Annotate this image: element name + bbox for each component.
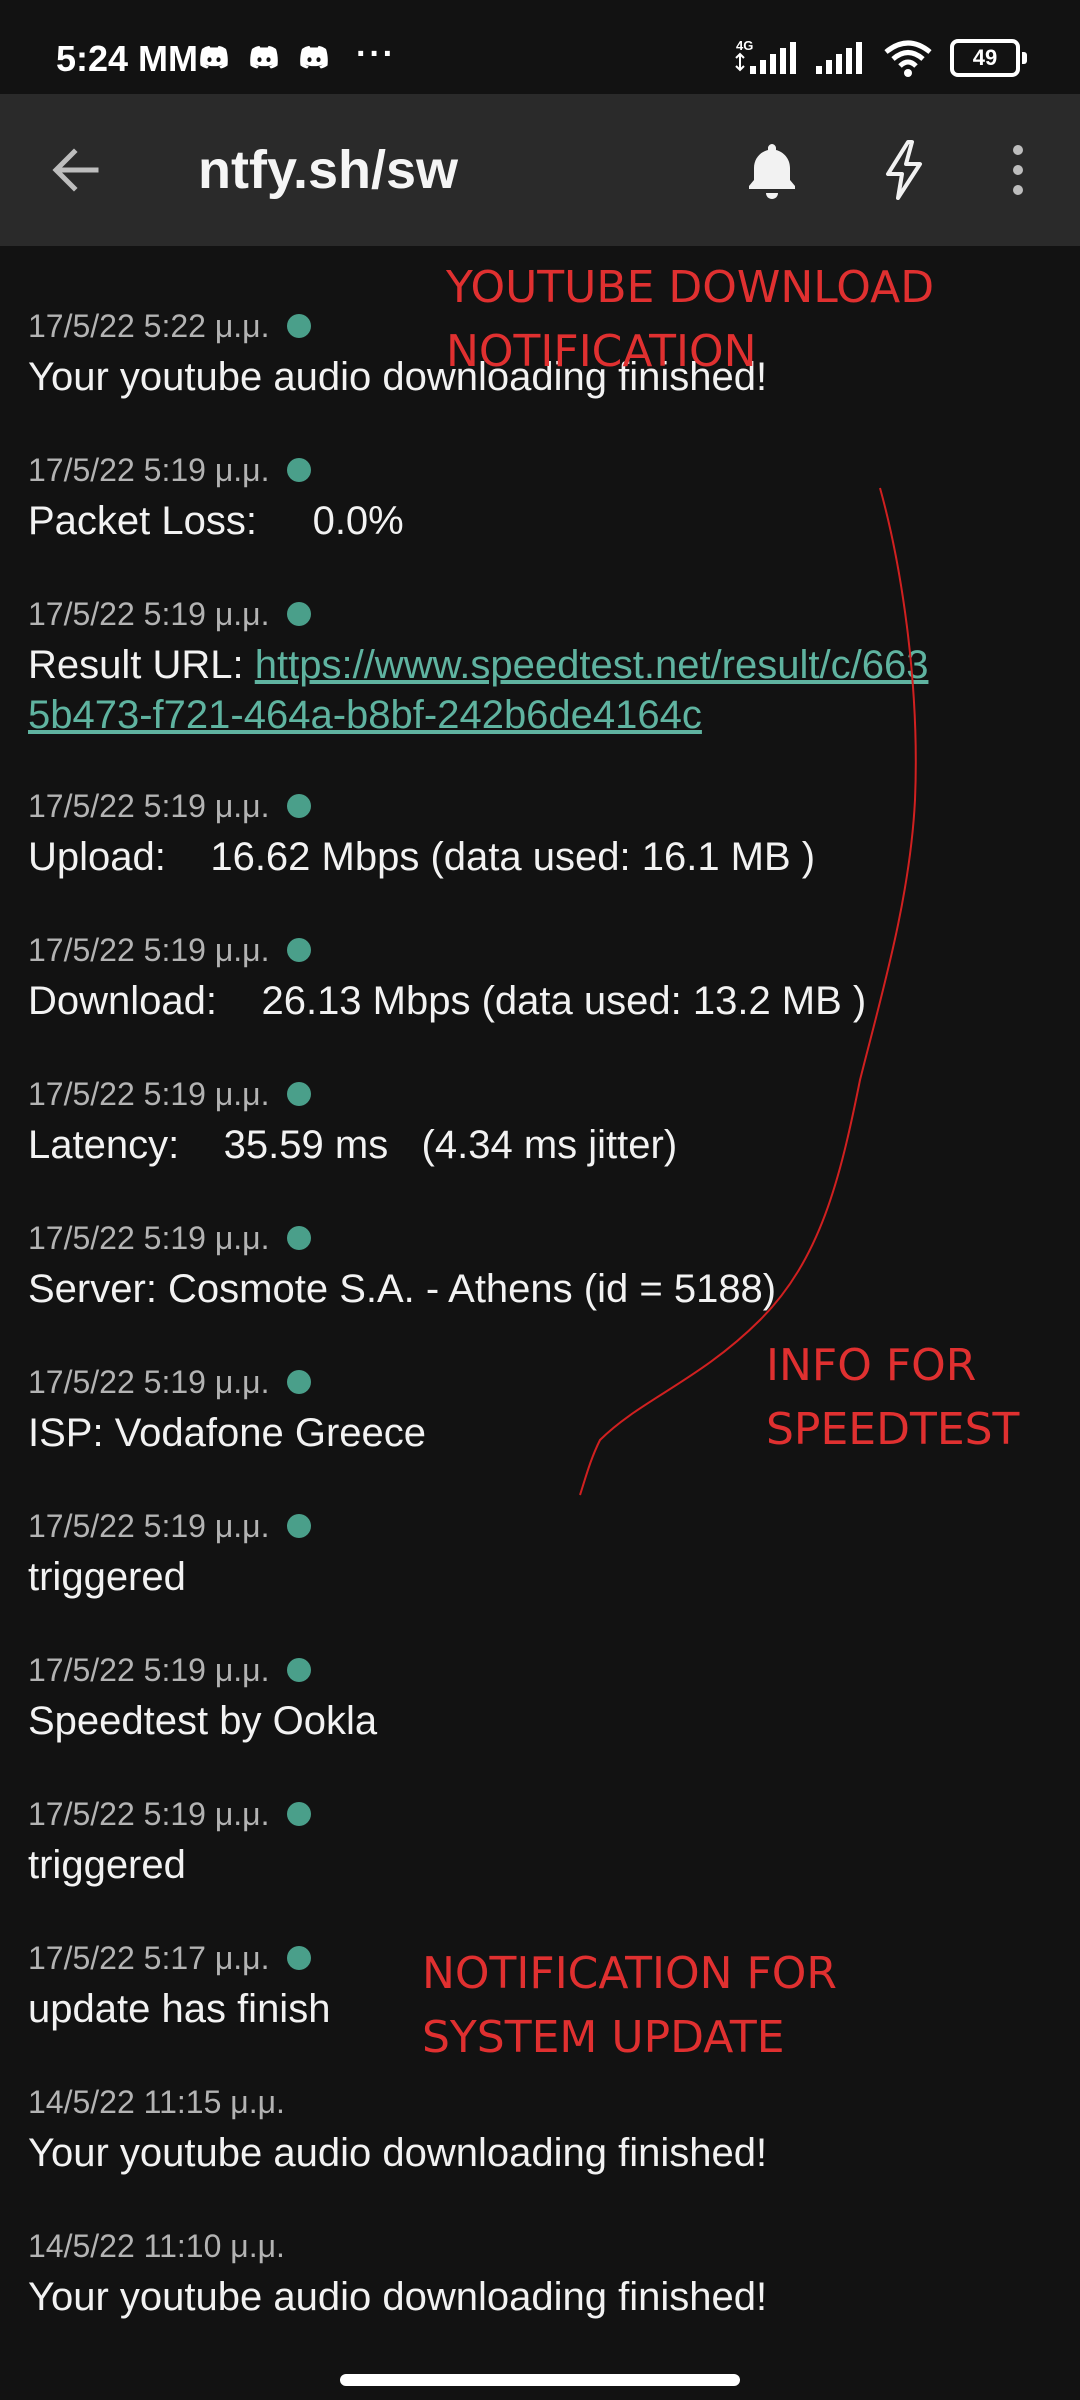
notification-settings-button[interactable] xyxy=(736,134,808,206)
signal-icon xyxy=(816,42,862,74)
notification-item[interactable]: 17/5/22 5:19 μ.μ. triggered xyxy=(28,1506,1048,1602)
more-vert-icon xyxy=(1013,145,1023,195)
send-test-button[interactable] xyxy=(868,134,940,206)
battery-icon: 49 xyxy=(950,39,1027,77)
notification-timestamp: 17/5/22 5:19 μ.μ. xyxy=(28,450,1048,490)
notification-message: Upload: 16.62 Mbps (data used: 16.1 MB ) xyxy=(28,835,816,879)
notification-item[interactable]: 14/5/22 11:15 μ.μ. Your youtube audio do… xyxy=(28,2082,1048,2178)
discord-icon xyxy=(250,46,278,69)
annotation-speedtest-info: INFO FOR SPEEDTEST xyxy=(766,1340,1020,1455)
more-notifications-icon: ··· xyxy=(356,35,396,73)
unread-dot xyxy=(287,602,312,626)
notification-item[interactable]: 17/5/22 5:19 μ.μ. Upload: 16.62 Mbps (da… xyxy=(28,786,1048,882)
result-url-label: Result URL: xyxy=(28,643,255,687)
notification-timestamp: 17/5/22 5:19 μ.μ. xyxy=(28,1650,1048,1690)
notification-item[interactable]: 17/5/22 5:19 μ.μ. Server: Cosmote S.A. -… xyxy=(28,1218,1048,1314)
notification-timestamp: 17/5/22 5:19 μ.μ. xyxy=(28,1074,1048,1114)
notification-message: triggered xyxy=(28,1555,186,1599)
annotation-youtube-download: YOUTUBE DOWNLOAD NOTIFICATION xyxy=(446,262,935,377)
notification-timestamp: 14/5/22 11:15 μ.μ. xyxy=(28,2084,285,2120)
notification-item[interactable]: 17/5/22 5:19 μ.μ. Result URL: https://ww… xyxy=(28,594,1048,740)
notification-message: Your youtube audio downloading finished! xyxy=(28,2131,768,2175)
notification-message: Speedtest by Ookla xyxy=(28,1699,378,1743)
notification-message: Latency: 35.59 ms (4.34 ms jitter) xyxy=(28,1123,678,1167)
lightning-icon xyxy=(886,140,922,200)
bell-icon xyxy=(749,144,795,199)
unread-dot xyxy=(287,458,312,482)
notification-message: Server: Cosmote S.A. - Athens (id = 5188… xyxy=(28,1267,777,1311)
notification-message: Packet Loss: 0.0% xyxy=(28,499,404,543)
notification-message: Download: 26.13 Mbps (data used: 13.2 MB… xyxy=(28,979,867,1023)
unread-dot xyxy=(287,1082,312,1106)
notification-item[interactable]: 17/5/22 5:19 μ.μ. Speedtest by Ookla xyxy=(28,1650,1048,1746)
back-button[interactable] xyxy=(44,138,108,202)
status-bar: 5:24 MM ··· 4G 49 xyxy=(0,0,1080,94)
arrow-left-icon xyxy=(52,148,99,192)
navigation-bar xyxy=(0,2358,1080,2400)
unread-dot xyxy=(287,1514,312,1538)
notification-item[interactable]: 17/5/22 5:19 μ.μ. Latency: 35.59 ms (4.3… xyxy=(28,1074,1048,1170)
home-gesture-handle[interactable] xyxy=(340,2374,740,2386)
notification-message: Your youtube audio downloading finished! xyxy=(28,2275,768,2319)
overflow-menu-button[interactable] xyxy=(982,134,1054,206)
notification-timestamp: 14/5/22 11:10 μ.μ. xyxy=(28,2228,285,2264)
unread-dot xyxy=(287,1946,312,1970)
notification-message: triggered xyxy=(28,1843,186,1887)
screen: 5:24 MM ··· 4G 49 ntfy.sh/sw 17/5/22 5:2… xyxy=(0,0,1080,2400)
notification-item[interactable]: 14/5/22 11:10 μ.μ. Your youtube audio do… xyxy=(28,2226,1048,2322)
topic-title: ntfy.sh/sw xyxy=(198,140,459,200)
discord-icon xyxy=(200,46,228,69)
status-time: 5:24 MM xyxy=(56,38,199,79)
notification-message: Result URL: https://www.speedtest.net/re… xyxy=(28,640,948,740)
app-bar: ntfy.sh/sw xyxy=(0,94,1080,246)
notification-timestamp: 17/5/22 5:19 μ.μ. xyxy=(28,1506,1048,1546)
notification-timestamp: 17/5/22 5:19 μ.μ. xyxy=(28,1794,1048,1834)
annotation-system-update: NOTIFICATION FOR SYSTEM UPDATE xyxy=(422,1948,837,2063)
unread-dot xyxy=(287,1802,312,1826)
unread-dot xyxy=(287,1226,312,1250)
notification-item[interactable]: 17/5/22 5:19 μ.μ. triggered xyxy=(28,1794,1048,1890)
notification-item[interactable]: 17/5/22 5:19 μ.μ. Packet Loss: 0.0% xyxy=(28,450,1048,546)
signal-4g-icon: 4G xyxy=(735,38,796,74)
notification-timestamp: 17/5/22 5:19 μ.μ. xyxy=(28,594,1048,634)
unread-dot xyxy=(287,794,312,818)
status-system-icons: 4G 49 xyxy=(732,38,1027,78)
discord-icon xyxy=(300,46,328,69)
notification-timestamp: 17/5/22 5:19 μ.μ. xyxy=(28,786,1048,826)
unread-dot xyxy=(287,1658,312,1682)
unread-dot xyxy=(287,1370,312,1394)
notification-timestamp: 17/5/22 5:19 μ.μ. xyxy=(28,1218,1048,1258)
network-label: 4G xyxy=(736,38,753,53)
status-notification-icons: ··· xyxy=(196,35,396,76)
unread-dot xyxy=(287,314,312,338)
notification-item[interactable]: 17/5/22 5:19 μ.μ. Download: 26.13 Mbps (… xyxy=(28,930,1048,1026)
unread-dot xyxy=(287,938,312,962)
notification-timestamp: 17/5/22 5:19 μ.μ. xyxy=(28,930,1048,970)
wifi-icon xyxy=(884,40,932,77)
